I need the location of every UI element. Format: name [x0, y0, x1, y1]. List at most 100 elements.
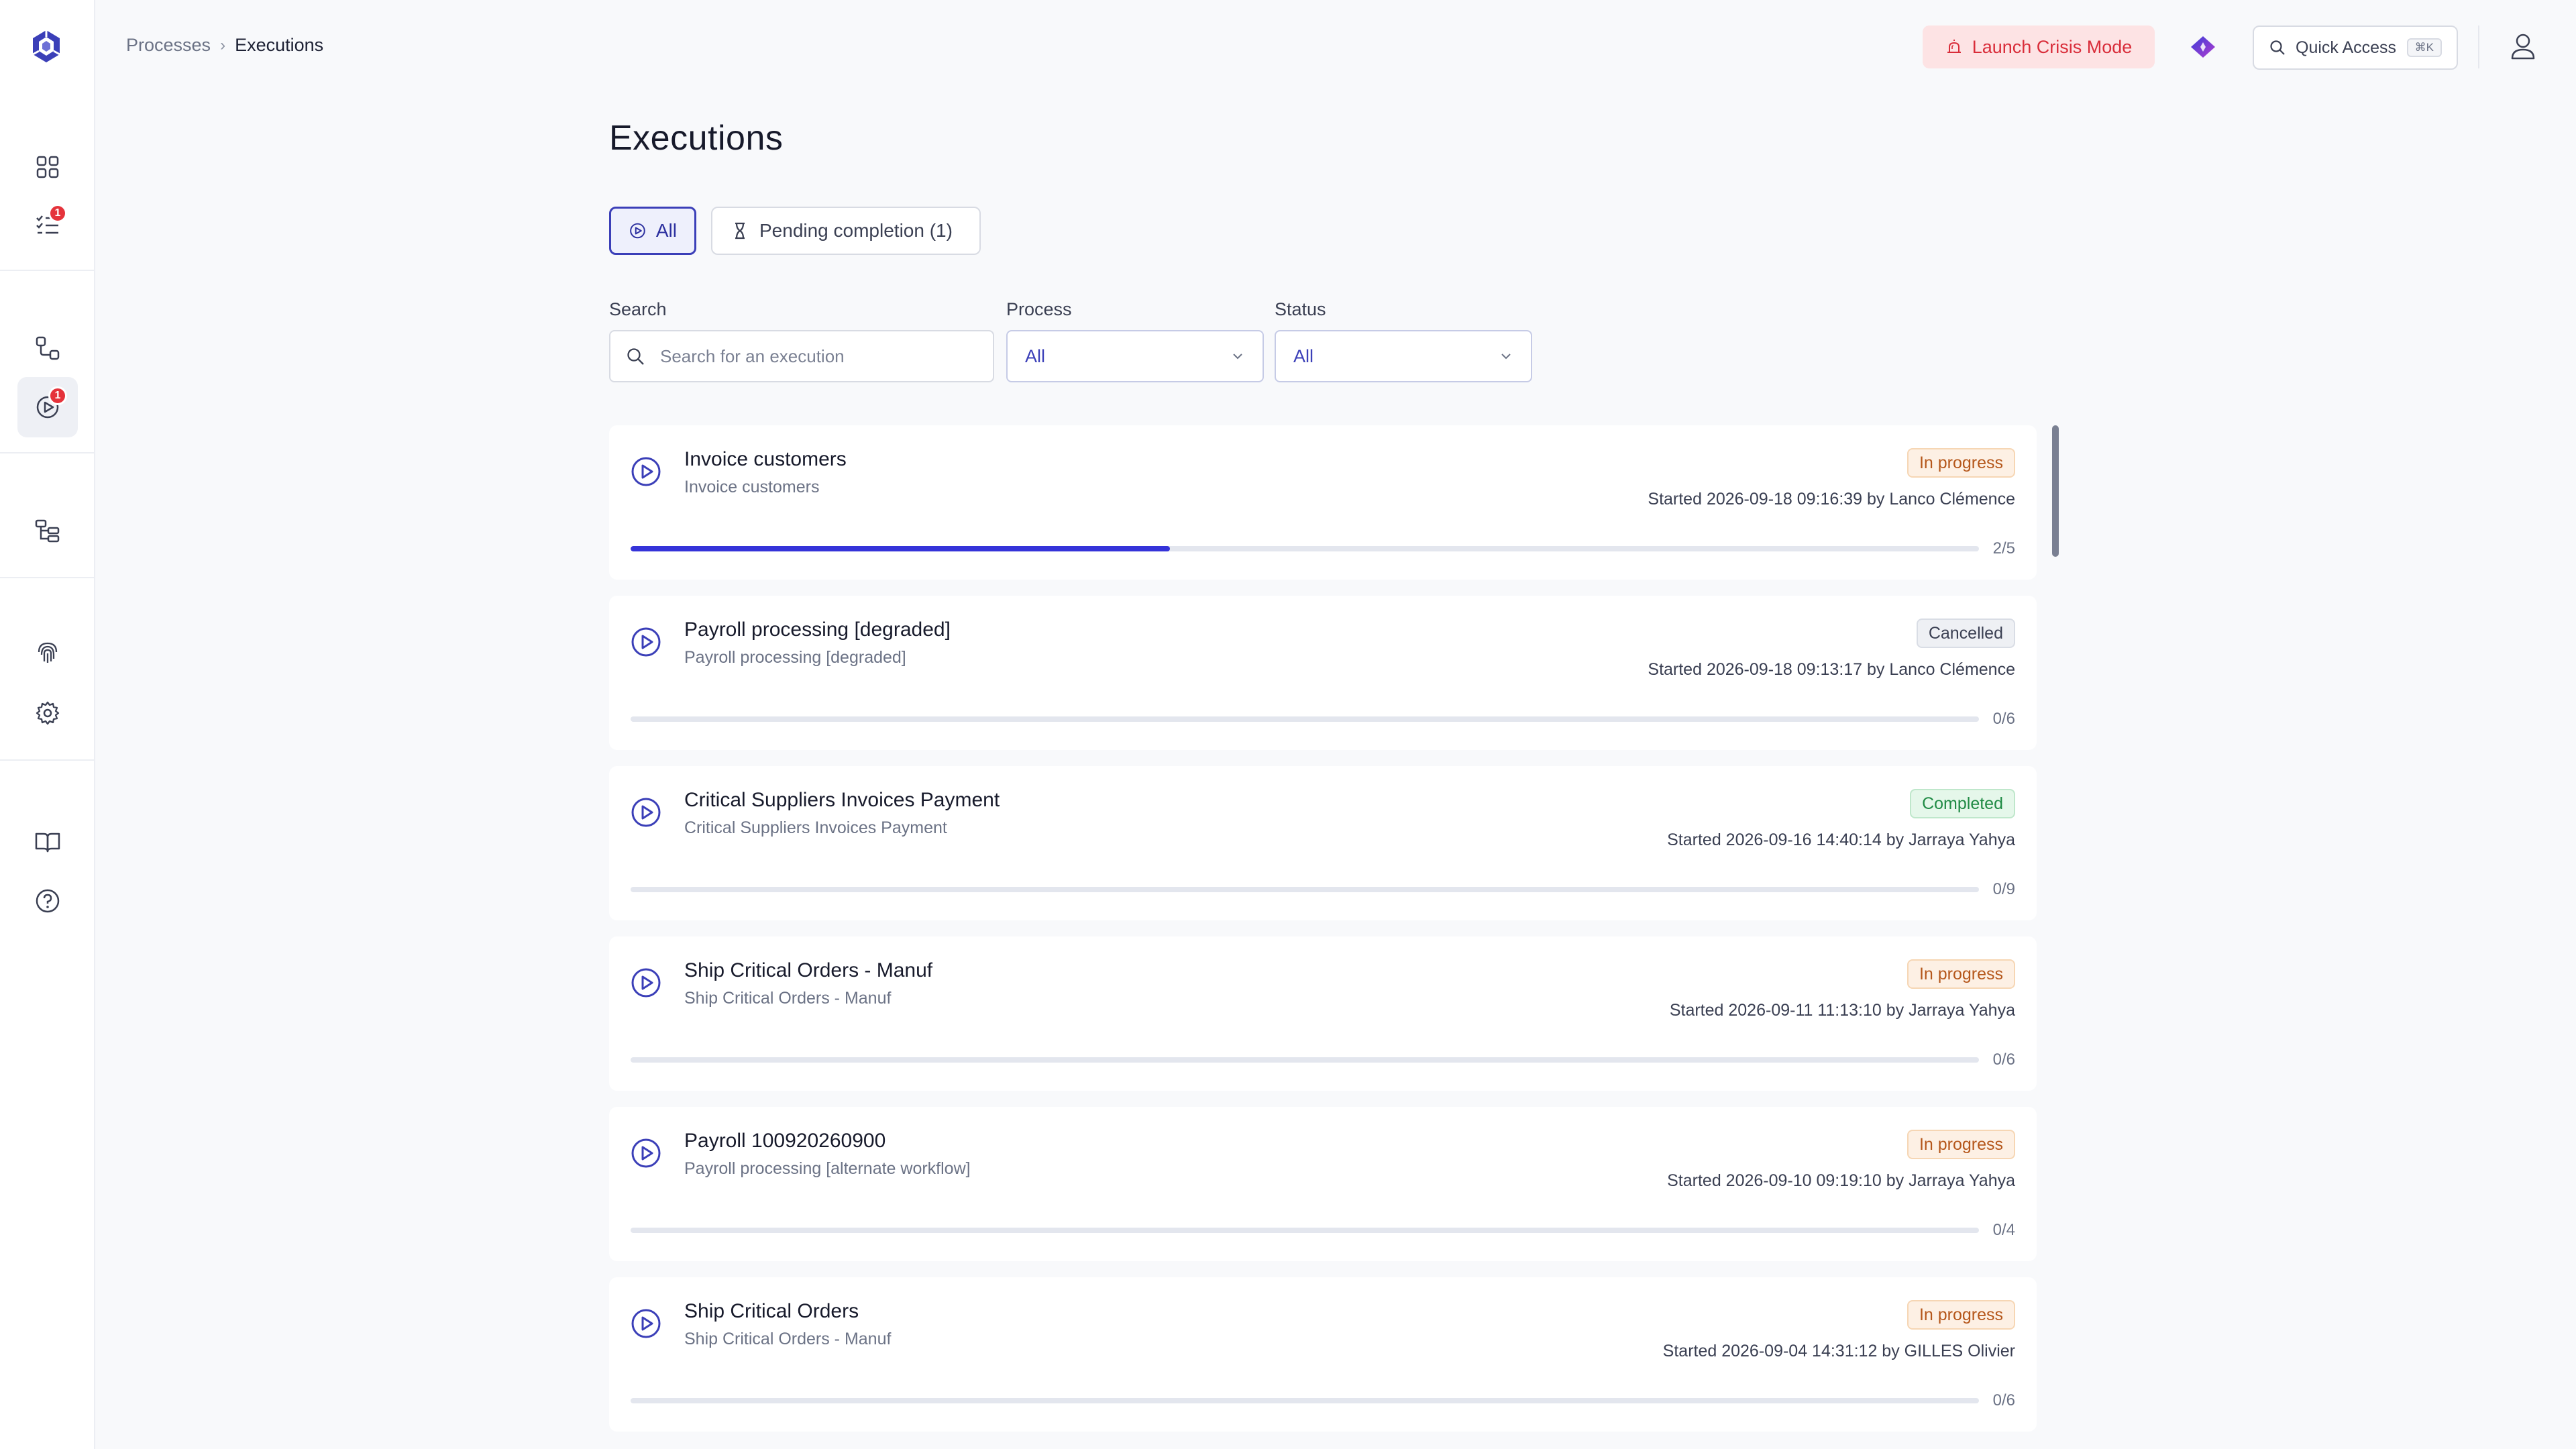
search-icon [627, 348, 644, 365]
sidebar-divider [0, 577, 95, 578]
sidebar-item-dashboard[interactable] [17, 137, 78, 197]
execution-card[interactable]: Payroll 100920260900 Payroll processing … [609, 1107, 2037, 1261]
quick-access-label: Quick Access [2296, 38, 2397, 57]
progress-bar [631, 1398, 1979, 1403]
status-badge: In progress [1907, 1300, 2015, 1330]
execution-name[interactable]: Ship Critical Orders - Manuf [684, 959, 932, 982]
execution-process: Payroll processing [degraded] [684, 648, 906, 667]
gear-icon [36, 701, 60, 725]
sidebar-item-organization[interactable] [17, 500, 78, 561]
progress-count: 0/9 [1992, 880, 2015, 898]
help-icon [36, 889, 60, 913]
workflow-icon [36, 336, 60, 360]
tasks-badge: 1 [48, 204, 67, 223]
execution-card[interactable]: Invoice customers Invoice customers In p… [609, 425, 2037, 580]
progress-count: 0/4 [1992, 1221, 2015, 1239]
execution-name[interactable]: Payroll processing [degraded] [684, 619, 951, 641]
breadcrumb: Processes › Executions [126, 35, 323, 56]
quick-access-shortcut: ⌘K [2406, 38, 2442, 57]
quick-access-button[interactable]: Quick Access ⌘K [2253, 25, 2458, 70]
progress-bar [631, 1057, 1979, 1063]
tab-all-label: All [655, 220, 677, 241]
list-scrollbar[interactable] [2052, 425, 2059, 557]
ai-assistant-icon[interactable] [2188, 34, 2218, 60]
play-circle-icon[interactable] [629, 796, 663, 829]
sidebar-item-security[interactable] [17, 623, 78, 683]
status-filter-label: Status [1275, 299, 1326, 319]
play-circle-icon[interactable] [629, 1307, 663, 1340]
status-badge: In progress [1907, 448, 2015, 478]
search-input[interactable] [660, 345, 969, 367]
sidebar-item-help[interactable] [17, 871, 78, 931]
sidebar-item-tasks[interactable]: 1 [17, 195, 78, 255]
play-circle-icon[interactable] [629, 1136, 663, 1170]
execution-card[interactable]: Critical Suppliers Invoices Payment Crit… [609, 766, 2037, 920]
execution-process: Ship Critical Orders - Manuf [684, 1330, 892, 1348]
progress-bar [631, 716, 1979, 722]
execution-name[interactable]: Invoice customers [684, 448, 847, 471]
execution-process: Ship Critical Orders - Manuf [684, 989, 892, 1008]
siren-icon [1947, 40, 1961, 53]
execution-name[interactable]: Critical Suppliers Invoices Payment [684, 789, 1000, 812]
progress-bar [631, 1228, 1979, 1233]
sidebar-item-settings[interactable] [17, 683, 78, 743]
sidebar-item-processes[interactable] [17, 318, 78, 378]
play-circle-icon[interactable] [629, 455, 663, 488]
chevron-down-icon [1501, 354, 1511, 360]
sidebar-divider [0, 270, 95, 271]
execution-card[interactable]: Ship Critical Orders Ship Critical Order… [609, 1277, 2037, 1432]
progress-bar [631, 546, 1979, 551]
process-select-value: All [1025, 345, 1046, 366]
execution-started: Started 2026-09-11 11:13:10 by Jarraya Y… [1669, 1001, 2015, 1020]
status-badge: In progress [1907, 959, 2015, 989]
breadcrumb-current: Executions [235, 35, 324, 55]
status-badge: Cancelled [1916, 619, 2015, 648]
progress-count: 0/6 [1992, 710, 2015, 728]
breadcrumb-processes[interactable]: Processes [126, 35, 211, 56]
execution-started: Started 2026-09-18 09:13:17 by Lanco Clé… [1648, 660, 2015, 679]
execution-started: Started 2026-09-16 14:40:14 by Jarraya Y… [1667, 830, 2015, 849]
play-circle-icon[interactable] [629, 625, 663, 659]
execution-started: Started 2026-09-10 09:19:10 by Jarraya Y… [1667, 1171, 2015, 1190]
execution-process: Payroll processing [alternate workflow] [684, 1159, 971, 1178]
crisis-button-label: Launch Crisis Mode [1972, 36, 2133, 57]
progress-count: 0/6 [1992, 1051, 2015, 1069]
execution-card[interactable]: Payroll processing [degraded] Payroll pr… [609, 596, 2037, 750]
fingerprint-icon [38, 642, 58, 663]
hourglass-icon [735, 222, 745, 239]
execution-process: Invoice customers [684, 478, 820, 496]
chevron-down-icon [1233, 354, 1242, 360]
launch-crisis-mode-button[interactable]: Launch Crisis Mode [1923, 25, 2155, 68]
breadcrumb-separator: › [220, 36, 226, 54]
sidebar-item-docs[interactable] [17, 812, 78, 872]
sidebar-divider [0, 759, 95, 761]
execution-name[interactable]: Payroll 100920260900 [684, 1130, 885, 1152]
user-profile-icon[interactable] [2508, 31, 2538, 62]
grid-icon [36, 156, 59, 178]
sidebar: 1 1 [0, 0, 95, 1449]
app-logo-icon[interactable] [28, 28, 64, 64]
topbar-divider [2478, 25, 2479, 68]
execution-started: Started 2026-09-04 14:31:12 by GILLES Ol… [1662, 1342, 2015, 1360]
process-select[interactable]: All [1006, 330, 1264, 382]
sidebar-divider [0, 452, 95, 453]
execution-name[interactable]: Ship Critical Orders [684, 1300, 859, 1323]
play-circle-icon[interactable] [629, 966, 663, 1000]
progress-count: 2/5 [1992, 539, 2015, 557]
progress-count: 0/6 [1992, 1391, 2015, 1409]
search-field [609, 330, 994, 382]
execution-card[interactable]: Ship Critical Orders - Manuf Ship Critic… [609, 936, 2037, 1091]
status-select[interactable]: All [1275, 330, 1532, 382]
status-badge: Completed [1910, 789, 2015, 818]
executions-badge: 1 [48, 386, 67, 405]
execution-started: Started 2026-09-18 09:16:39 by Lanco Clé… [1648, 490, 2015, 508]
hierarchy-icon [35, 519, 60, 543]
progress-fill [631, 546, 1170, 551]
sidebar-item-executions[interactable]: 1 [17, 377, 78, 437]
execution-process: Critical Suppliers Invoices Payment [684, 818, 947, 837]
process-filter-label: Process [1006, 299, 1072, 319]
status-badge: In progress [1907, 1130, 2015, 1159]
play-circle-icon [630, 223, 645, 239]
tab-all[interactable]: All [609, 207, 696, 255]
tab-pending-completion[interactable]: Pending completion (1) [711, 207, 981, 255]
